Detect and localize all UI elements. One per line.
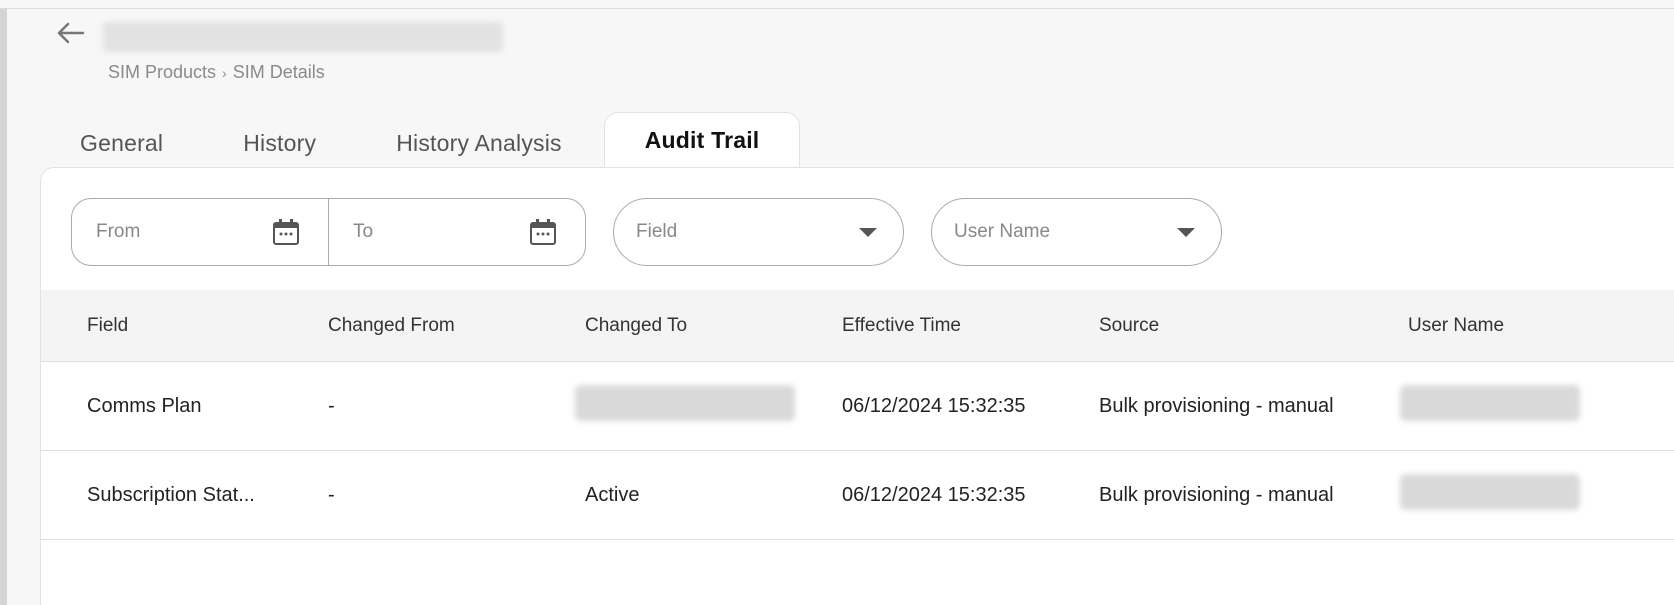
page-title [103,22,503,52]
breadcrumb-separator: › [222,64,227,81]
column-header-changed-from[interactable]: Changed From [298,315,555,337]
filter-bar: From To Field User Name [71,198,1222,266]
cell-effective-time: 06/12/2024 15:32:35 [842,483,1026,506]
arrow-left-icon [57,22,85,44]
redacted-value [1400,474,1580,510]
to-date-placeholder: To [353,221,374,242]
cell-source: Bulk provisioning - manual [1099,394,1334,417]
cell-user-name [1378,385,1674,427]
cell-changed-to: Active [585,483,640,506]
column-header-changed-to[interactable]: Changed To [555,315,812,337]
chevron-down-icon [1177,227,1195,237]
table-header-row: Field Changed From Changed To Effective … [41,290,1674,362]
cell-changed-to [555,385,812,427]
tab-history[interactable]: History [203,118,356,168]
field-select[interactable]: Field [613,198,904,266]
breadcrumb: SIM Products › SIM Details [108,62,325,83]
calendar-icon[interactable] [272,218,300,246]
field-select-placeholder: Field [636,221,678,242]
tab-history-analysis[interactable]: History Analysis [356,118,602,168]
breadcrumb-sim-products[interactable]: SIM Products [108,62,216,83]
tab-bar: General History History Analysis Audit T… [40,112,801,168]
column-header-user-name[interactable]: User Name [1378,315,1674,337]
from-date-placeholder: From [96,221,141,242]
table-row[interactable]: Comms Plan - 06/12/2024 15:32:35 Bulk pr… [41,362,1674,451]
chevron-down-icon [859,227,877,237]
cell-user-name [1378,474,1674,516]
to-date-input[interactable]: To [328,199,585,265]
cell-changed-from: - [328,483,335,506]
top-divider [0,8,1674,9]
table-row[interactable]: Subscription Stat... - Active 06/12/2024… [41,451,1674,540]
cell-field: Subscription Stat... [87,483,255,506]
cell-changed-from: - [328,394,335,417]
redacted-value [1400,385,1580,421]
column-header-source[interactable]: Source [1069,315,1378,337]
back-button[interactable] [52,18,88,48]
cell-effective-time: 06/12/2024 15:32:35 [842,394,1026,417]
column-header-effective-time[interactable]: Effective Time [812,315,1069,337]
user-name-select-placeholder: User Name [954,221,1051,242]
left-sidebar-edge [0,9,7,605]
audit-trail-panel: From To Field User Name Field Changed Fr… [40,167,1674,605]
breadcrumb-sim-details: SIM Details [232,62,325,82]
cell-field: Comms Plan [87,394,202,417]
date-range-picker: From To [71,198,586,266]
tab-audit-trail[interactable]: Audit Trail [603,112,801,168]
tab-general[interactable]: General [40,118,203,168]
redacted-value [575,385,795,421]
calendar-icon[interactable] [529,218,557,246]
user-name-select[interactable]: User Name [931,198,1222,266]
from-date-input[interactable]: From [72,199,328,265]
cell-source: Bulk provisioning - manual [1099,483,1334,506]
column-header-field[interactable]: Field [41,315,298,337]
audit-table: Field Changed From Changed To Effective … [41,290,1674,540]
